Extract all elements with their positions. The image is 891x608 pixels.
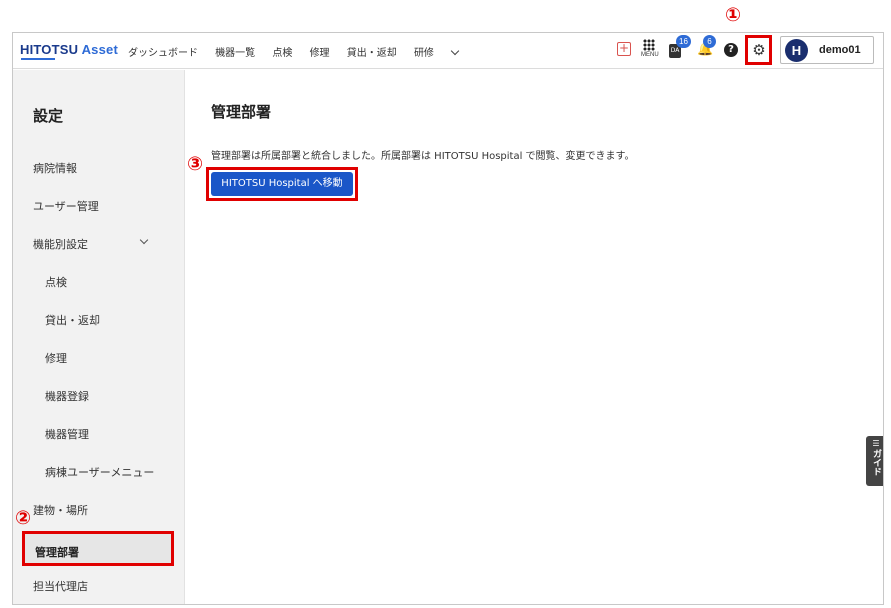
nav-repair[interactable]: 修理: [310, 48, 330, 59]
app-window: HITOTSU Asset ダッシュボード 機器一覧 点検 修理 貸出・返却 研…: [12, 32, 884, 605]
logo-accent: Asset: [81, 42, 118, 57]
chevron-down-icon: [450, 46, 460, 56]
logo-main: HITOTSU: [20, 42, 82, 57]
highlight-frame: HITOTSU Hospital へ移動: [206, 167, 358, 201]
sidebar-item-hospital-info[interactable]: 病院情報: [33, 160, 77, 176]
settings-button[interactable]: ⚙: [745, 35, 772, 65]
logo-underline: [21, 58, 55, 60]
gear-icon: ⚙: [752, 41, 766, 59]
menu-label: MENU: [641, 52, 659, 58]
annotation-1: ①: [725, 4, 742, 26]
annotation-3: ③: [187, 153, 204, 175]
user-name: demo01: [819, 44, 861, 56]
sidebar-item-repair[interactable]: 修理: [45, 350, 67, 366]
notification-count-badge: 6: [703, 35, 716, 48]
sidebar-title: 設定: [33, 107, 64, 125]
avatar: H: [785, 39, 808, 62]
nav-training[interactable]: 研修: [413, 46, 460, 59]
nav-training-label: 研修: [413, 48, 434, 59]
settings-sidebar: 設定 病院情報 ユーザー管理 機能別設定 点検 貸出・返却 修理 機器登録 機器…: [13, 70, 185, 604]
go-to-hospital-button[interactable]: HITOTSU Hospital へ移動: [211, 172, 353, 196]
sidebar-item-agency[interactable]: 担当代理店: [33, 578, 88, 594]
nav-dashboard[interactable]: ダッシュボード: [128, 48, 198, 59]
sidebar-item-buildings-locations[interactable]: 建物・場所: [33, 502, 88, 518]
sidebar-item-ward-user-menu[interactable]: 病棟ユーザーメニュー: [45, 464, 154, 480]
page-description: 管理部署は所属部署と統合しました。所属部署は HITOTSU Hospital …: [211, 151, 635, 162]
nav-lending[interactable]: 貸出・返却: [347, 48, 397, 59]
list-icon: ☰: [872, 439, 880, 448]
sidebar-item-feature-settings[interactable]: 機能別設定: [33, 236, 88, 252]
nav-equipment-list[interactable]: 機器一覧: [215, 48, 255, 59]
grid-icon: [643, 39, 655, 51]
sidebar-item-user-management[interactable]: ユーザー管理: [33, 198, 99, 214]
sidebar-item-equipment-registration[interactable]: 機器登録: [45, 388, 89, 404]
guide-tab[interactable]: ☰ ガイド: [866, 436, 883, 486]
chevron-down-icon[interactable]: [139, 235, 149, 245]
top-header: HITOTSU Asset ダッシュボード 機器一覧 点検 修理 貸出・返却 研…: [13, 33, 883, 69]
add-icon[interactable]: +: [617, 42, 631, 56]
sidebar-item-lending[interactable]: 貸出・返却: [45, 312, 100, 328]
sidebar-item-inspection[interactable]: 点検: [45, 274, 67, 290]
main-nav: ダッシュボード 機器一覧 点検 修理 貸出・返却 研修: [128, 44, 472, 59]
page-title: 管理部署: [211, 103, 272, 121]
nav-inspection[interactable]: 点検: [272, 48, 292, 59]
logo[interactable]: HITOTSU Asset: [20, 42, 118, 60]
help-icon[interactable]: ?: [724, 43, 738, 57]
user-menu[interactable]: H demo01: [780, 36, 874, 64]
guide-label: ガイド: [871, 449, 881, 476]
sidebar-item-equipment-management[interactable]: 機器管理: [45, 426, 89, 442]
sidebar-item-managing-department[interactable]: 管理部署: [22, 531, 174, 566]
pda-count-badge: 16: [676, 35, 691, 48]
menu-button[interactable]: MENU: [641, 39, 659, 58]
sidebar-item-label: 管理部署: [35, 546, 79, 559]
annotation-2: ②: [15, 507, 32, 529]
